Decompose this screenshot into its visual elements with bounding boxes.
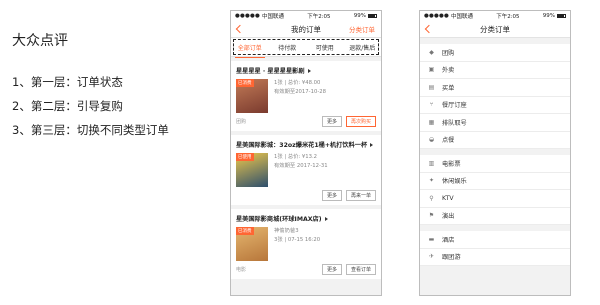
- more-button[interactable]: 更多: [321, 116, 342, 127]
- order-category: 电影: [236, 267, 247, 273]
- back-icon[interactable]: [235, 24, 245, 34]
- order-title: 星美国际影城：32oz爆米花1桶+机打饮料一杯: [236, 142, 368, 149]
- category-label: 酒店: [442, 236, 455, 244]
- category-label: 餐厅订座: [442, 102, 467, 110]
- status-badge: 已消费: [236, 79, 254, 87]
- reorder-button[interactable]: 再来一单: [345, 190, 376, 201]
- category-item-groupbuy[interactable]: ◆ 团购: [420, 44, 570, 62]
- category-item-pay[interactable]: ▤ 买单: [420, 79, 570, 97]
- order-validity: 有效期至 2017-12-31: [274, 163, 328, 169]
- notes-title: 大众点评: [12, 33, 68, 49]
- category-label: 电影票: [442, 160, 461, 168]
- sun-icon: ✦: [428, 177, 435, 185]
- chevron-right-icon: [307, 68, 311, 73]
- highlight-frame: [233, 39, 379, 55]
- order-title: 星星星星 · 星星星星影剧: [236, 68, 305, 75]
- signal-icon: ●●●●●: [235, 13, 260, 19]
- order-price: 总价: ¥13.2: [287, 154, 318, 160]
- bed-icon: ▬: [428, 235, 435, 243]
- order-status-tabs: 全部订单 待付款 可使用 退款/售后: [231, 38, 381, 58]
- film-icon: ▥: [428, 159, 435, 167]
- category-item-ktv[interactable]: ⚲ KTV: [420, 190, 570, 208]
- battery-percent: 99%: [542, 13, 555, 19]
- flag-icon: ⚑: [428, 212, 435, 220]
- category-label: 排队取号: [442, 119, 467, 127]
- order-category: 团购: [236, 119, 247, 125]
- category-item-movie[interactable]: ▥ 电影票: [420, 155, 570, 173]
- nav-bar: 分类订单: [420, 21, 570, 38]
- status-badge: 已消费: [236, 227, 254, 235]
- order-thumbnail: 已消费: [236, 79, 268, 113]
- category-label: 演出: [442, 213, 455, 221]
- back-icon[interactable]: [424, 24, 434, 34]
- category-item-show[interactable]: ⚑ 演出: [420, 208, 570, 225]
- status-time: 下午2:05: [496, 14, 520, 20]
- movie-seat: 3张 | 07-15 16:20: [274, 237, 321, 243]
- battery-icon: [367, 14, 377, 18]
- category-label: 点餐: [442, 137, 455, 145]
- battery-percent: 99%: [353, 13, 366, 19]
- category-item-queue[interactable]: ▦ 排队取号: [420, 114, 570, 132]
- flight-icon: ✈: [428, 253, 435, 261]
- note-point: 2、第二层：引导复购: [12, 99, 123, 113]
- tag-icon: ◆: [429, 48, 434, 56]
- status-time: 下午2:05: [307, 14, 331, 20]
- category-label: 休闲娱乐: [442, 178, 467, 186]
- order-count: 1张: [274, 80, 283, 86]
- page-title: 分类订单: [480, 24, 510, 34]
- status-bar: ●●●●● 中国联通 下午2:05 99%: [231, 11, 381, 21]
- more-button[interactable]: 更多: [321, 264, 342, 275]
- card-icon: ▤: [428, 83, 435, 91]
- order-thumbnail: 已使用: [236, 153, 268, 187]
- order-title: 星美国际影商城(环球IMAX店): [236, 216, 322, 223]
- signal-icon: ●●●●●: [424, 13, 449, 19]
- rebuy-button[interactable]: 再次购买: [345, 116, 376, 127]
- category-label: KTV: [442, 194, 454, 202]
- mic-icon: ⚲: [429, 194, 434, 202]
- category-group: ▥ 电影票 ✦ 休闲娱乐 ⚲ KTV ⚑ 演出: [420, 155, 570, 225]
- chevron-right-icon: [324, 216, 328, 221]
- category-label: 跟团游: [442, 254, 461, 262]
- category-item-ordering[interactable]: ◒ 点餐: [420, 132, 570, 149]
- view-order-button[interactable]: 查看订单: [345, 264, 376, 275]
- note-point: 3、第三层：切换不同类型订单: [12, 123, 169, 137]
- category-label: 团购: [442, 49, 455, 57]
- category-item-tour[interactable]: ✈ 跟团游: [420, 249, 570, 266]
- ticket-icon: ▦: [428, 118, 435, 126]
- phone-orders-screen: ●●●●● 中国联通 下午2:05 99% 我的订单 分类订单 全部订单 待付款…: [230, 10, 382, 296]
- nav-bar: 我的订单 分类订单: [231, 21, 381, 38]
- order-validity: 有效期至2017-10-28: [274, 89, 326, 95]
- category-item-takeout[interactable]: ▣ 外卖: [420, 62, 570, 79]
- order-price: 总价: ¥48.00: [287, 80, 321, 86]
- status-bar: ●●●●● 中国联通 下午2:05 99%: [420, 11, 570, 21]
- category-group: ▬ 酒店 ✈ 跟团游: [420, 231, 570, 266]
- spoon-icon: ◒: [428, 136, 435, 144]
- order-card[interactable]: 星星星星 · 星星星星影剧 已消费 1张 | 总价: ¥48.00 有效期至20…: [231, 61, 381, 131]
- page-title: 我的订单: [291, 24, 321, 34]
- more-button[interactable]: 更多: [321, 190, 342, 201]
- category-label: 外卖: [442, 67, 455, 75]
- fork-icon: ⑂: [429, 101, 434, 109]
- category-item-hotel[interactable]: ▬ 酒店: [420, 231, 570, 249]
- order-thumbnail: 已消费: [236, 227, 268, 261]
- battery-icon: [556, 14, 566, 18]
- carrier: 中国联通: [451, 14, 474, 20]
- bag-icon: ▣: [428, 66, 435, 74]
- order-count: 1张: [274, 154, 283, 160]
- chevron-right-icon: [370, 142, 374, 147]
- phone-categories-screen: ●●●●● 中国联通 下午2:05 99% 分类订单 ◆ 团购 ▣ 外卖 ▤ 买单 ⑂…: [419, 10, 571, 296]
- category-item-leisure[interactable]: ✦ 休闲娱乐: [420, 173, 570, 190]
- category-orders-link[interactable]: 分类订单: [349, 24, 375, 34]
- note-point: 1、第一层：订单状态: [12, 75, 123, 89]
- order-card[interactable]: 星美国际影商城(环球IMAX店) 已消费 神偷奶爸3 3张 | 07-15 16…: [231, 209, 381, 279]
- category-group: ◆ 团购 ▣ 外卖 ▤ 买单 ⑂ 餐厅订座 ▦ 排队取号 ◒ 点餐: [420, 44, 570, 149]
- carrier: 中国联通: [262, 14, 285, 20]
- order-card[interactable]: 星美国际影城：32oz爆米花1桶+机打饮料一杯 已使用 1张 | 总价: ¥13…: [231, 135, 381, 205]
- movie-title: 神偷奶爸3: [274, 228, 299, 234]
- category-item-reservation[interactable]: ⑂ 餐厅订座: [420, 97, 570, 114]
- category-label: 买单: [442, 84, 455, 92]
- notes-panel: 大众点评 1、第一层：订单状态 2、第二层：引导复购 3、第三层：切换不同类型订…: [12, 30, 212, 142]
- status-badge: 已使用: [236, 153, 254, 161]
